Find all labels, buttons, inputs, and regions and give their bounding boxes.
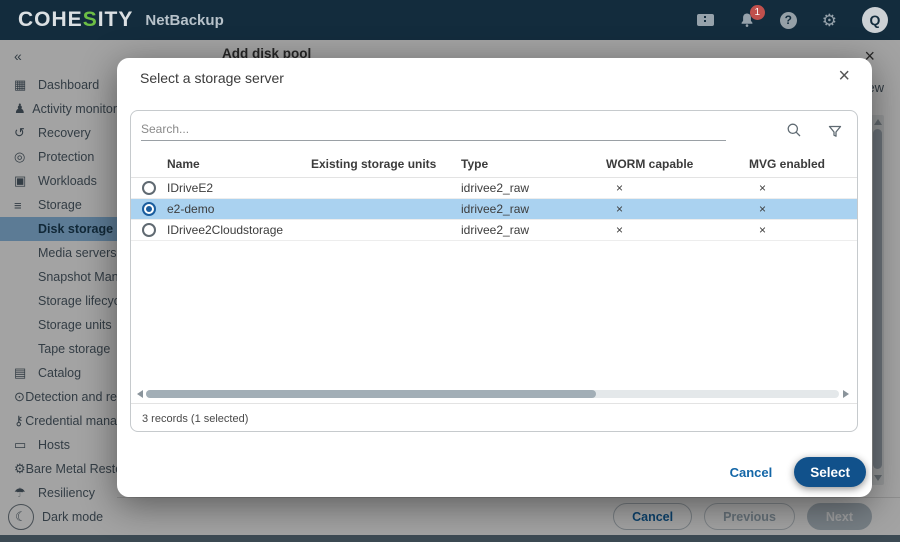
table-row[interactable]: IDriveE2 idrivee2_raw × × (131, 178, 857, 199)
search-input[interactable] (141, 117, 726, 141)
scroll-right-icon[interactable] (843, 390, 849, 398)
select-storage-server-dialog: Select a storage server × Name Existing … (117, 58, 872, 497)
select-button[interactable]: Select (794, 457, 866, 487)
header-actions: 1 ? ⚙ Q (697, 0, 888, 40)
cell-name: IDrivee2Cloudstorage (167, 223, 311, 237)
cell-type: idrivee2_raw (461, 223, 606, 237)
logo-text: COHE (18, 8, 83, 31)
storage-server-table: Name Existing storage units Type WORM ca… (130, 110, 858, 432)
column-header-type: Type (461, 157, 606, 171)
avatar[interactable]: Q (862, 7, 888, 33)
cancel-button[interactable]: Cancel (716, 457, 787, 487)
avatar-initial: Q (862, 7, 888, 33)
notification-badge: 1 (750, 5, 765, 20)
cell-name: e2-demo (167, 202, 311, 216)
column-header-worm-capable: WORM capable (606, 157, 749, 171)
table-row[interactable]: IDrivee2Cloudstorage idrivee2_raw × × (131, 220, 857, 241)
filter-funnel-icon[interactable] (827, 124, 843, 144)
dialog-title: Select a storage server (140, 70, 284, 86)
product-name: NetBackup (145, 12, 223, 29)
help-icon[interactable]: ? (780, 12, 797, 29)
horizontal-scroll-thumb[interactable] (146, 390, 596, 398)
cell-type: idrivee2_raw (461, 181, 606, 195)
cell-type: idrivee2_raw (461, 202, 606, 216)
radio-button[interactable] (142, 223, 156, 237)
cell-name: IDriveE2 (167, 181, 311, 195)
top-header-bar: COHESITY NetBackup 1 ? ⚙ Q (0, 0, 900, 40)
cell-worm-capable: × (606, 181, 749, 195)
table-header-row: Name Existing storage units Type WORM ca… (131, 151, 857, 178)
cohesity-logo: COHESITY (18, 8, 133, 32)
scroll-left-icon[interactable] (137, 390, 143, 398)
cell-worm-capable: × (606, 202, 749, 216)
cell-worm-capable: × (606, 223, 749, 237)
app-window: COHESITY NetBackup 1 ? ⚙ Q « ▦Dashboard … (0, 0, 900, 542)
radio-button-checked[interactable] (142, 202, 156, 216)
logo-text-suffix: ITY (98, 8, 134, 31)
search-icon[interactable] (786, 122, 802, 143)
notifications-bell-icon[interactable]: 1 (739, 12, 755, 28)
column-header-mvg-enabled: MVG enabled (749, 157, 857, 171)
ticket-glyph (697, 14, 714, 26)
column-header-name: Name (167, 157, 311, 171)
table-search-row (131, 111, 857, 151)
dialog-close-icon[interactable]: × (838, 66, 850, 86)
help-glyph: ? (780, 12, 797, 29)
ticket-icon[interactable] (697, 14, 714, 26)
logo-green-s: S (83, 8, 98, 31)
column-header-existing-storage-units: Existing storage units (311, 157, 461, 171)
horizontal-scrollbar[interactable] (131, 387, 857, 401)
dialog-footer: Cancel Select (716, 457, 866, 487)
table-row-selected[interactable]: e2-demo idrivee2_raw × × (131, 199, 857, 220)
settings-gear-icon[interactable]: ⚙ (822, 12, 837, 29)
radio-button[interactable] (142, 181, 156, 195)
cell-mvg-enabled: × (749, 202, 857, 216)
records-summary: 3 records (1 selected) (131, 403, 857, 431)
cell-mvg-enabled: × (749, 181, 857, 195)
cell-mvg-enabled: × (749, 223, 857, 237)
